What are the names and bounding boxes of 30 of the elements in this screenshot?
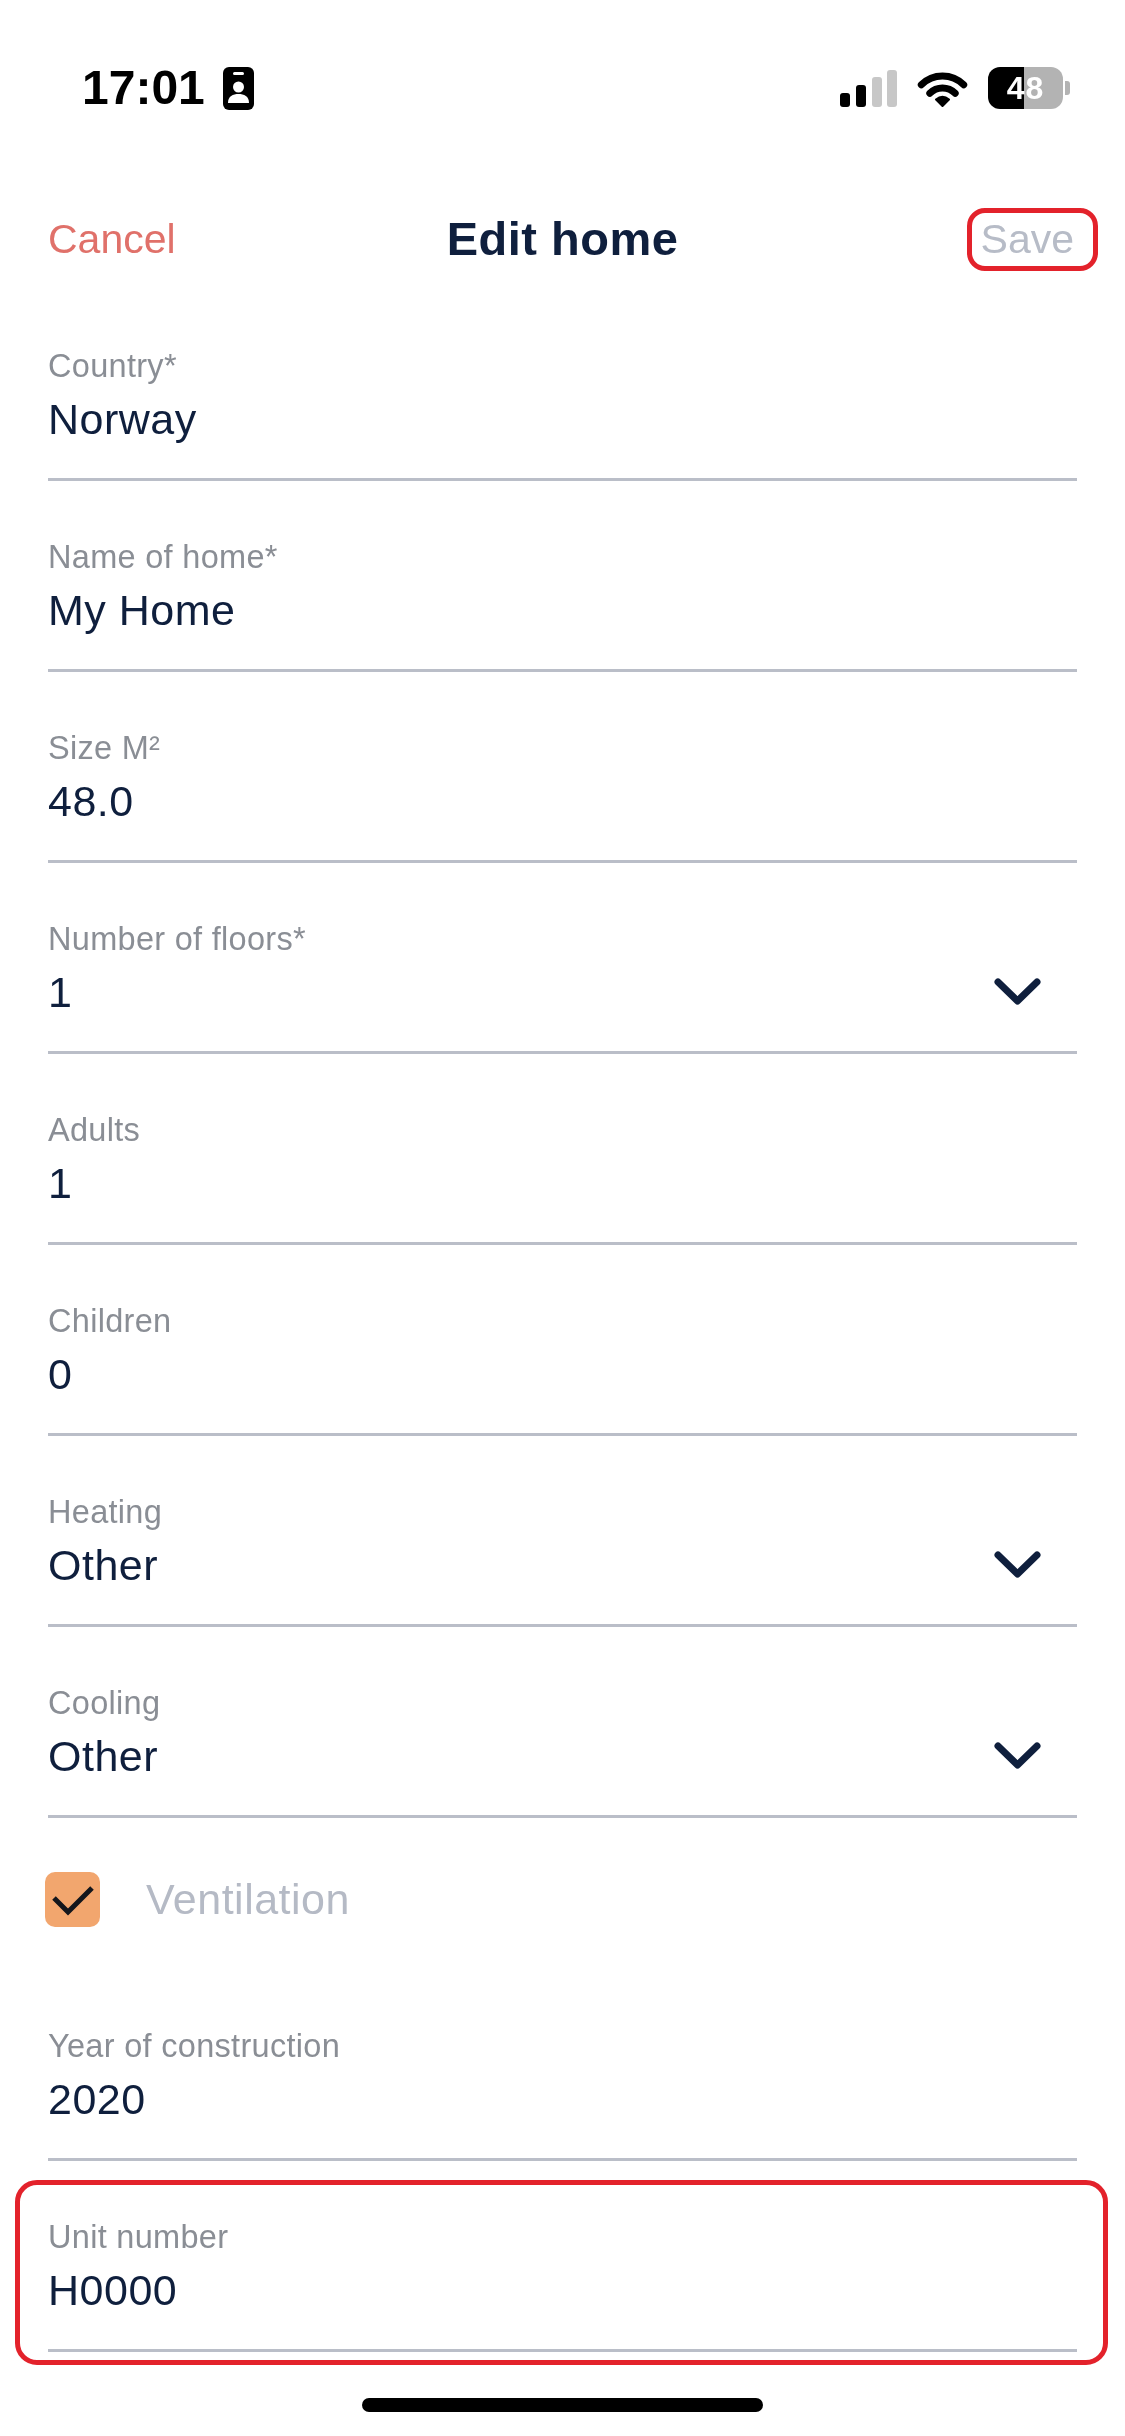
checkbox[interactable] xyxy=(45,1872,100,1927)
chevron-down-icon xyxy=(994,978,1041,1005)
field-label: Size M² xyxy=(48,730,162,766)
field-label: Adults xyxy=(48,1112,142,1148)
field-label: Unit number xyxy=(48,2219,230,2255)
dropdown-field[interactable]: Other xyxy=(48,1731,1077,1818)
input-field[interactable]: 2020 xyxy=(48,2074,1077,2161)
checkbox-label: Ventilation xyxy=(146,1874,350,1925)
id-badge-icon xyxy=(222,66,254,110)
input-field[interactable]: 48.0 xyxy=(48,776,1077,863)
input-field[interactable]: H0000 xyxy=(48,2265,1077,2352)
check-icon xyxy=(50,1883,95,1916)
signal-icon xyxy=(840,69,897,107)
field-label: Cooling xyxy=(48,1685,162,1721)
chevron-down-icon xyxy=(994,1551,1041,1578)
field-label: Number of floors* xyxy=(48,921,307,957)
field-label: Name of home* xyxy=(48,539,279,575)
input-field[interactable]: My Home xyxy=(48,585,1077,672)
input-field[interactable]: 0 xyxy=(48,1349,1077,1436)
field-label: Heating xyxy=(48,1494,164,1530)
screen-title: Edit home xyxy=(446,211,679,267)
chevron-down-icon xyxy=(994,1742,1041,1769)
field-label: Year of construction xyxy=(48,2028,342,2064)
dropdown-field[interactable]: 1 xyxy=(48,967,1077,1054)
field-label: Country* xyxy=(48,348,178,384)
status-time: 17:01 xyxy=(82,60,205,116)
input-field[interactable]: Norway xyxy=(48,394,1077,481)
input-field[interactable]: 1 xyxy=(48,1158,1077,1245)
dropdown-field[interactable]: Other xyxy=(48,1540,1077,1627)
field-label: Children xyxy=(48,1303,173,1339)
